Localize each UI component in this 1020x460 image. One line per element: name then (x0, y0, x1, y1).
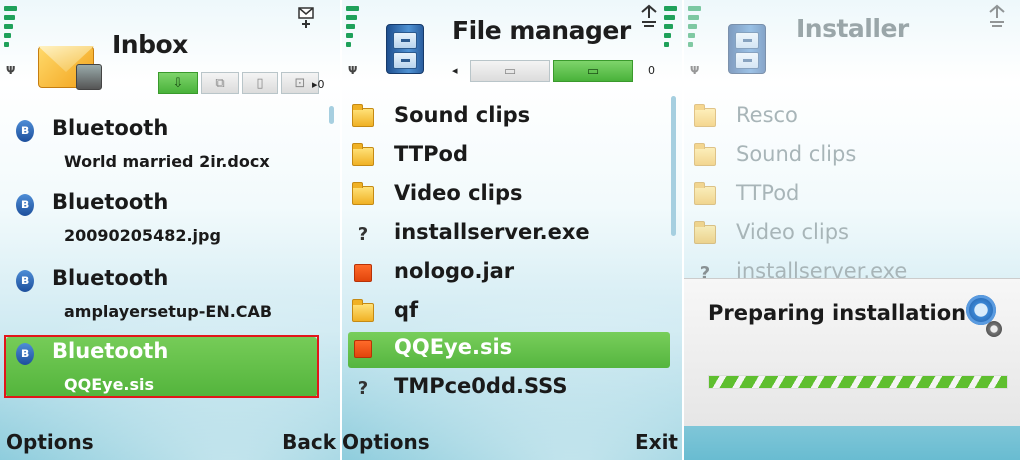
highlight-annotation (4, 335, 319, 398)
item-name: TTPod (394, 142, 468, 166)
memory-tabs: ▭ ▭ (470, 60, 633, 82)
list-item[interactable]: Sound clips (690, 139, 1006, 175)
unknown-file-icon: ? (357, 378, 369, 399)
tab-received[interactable]: ⇩ (158, 72, 198, 94)
list-item[interactable]: ʙ Bluetooth 20090205482.jpg (6, 190, 322, 254)
bluetooth-icon: ʙ (16, 270, 34, 292)
exit-softkey[interactable]: Exit (635, 430, 678, 454)
tab-scroll-right-icon[interactable]: ▸0 (312, 78, 325, 91)
folder-icon (694, 104, 716, 127)
inbox-tabs: ⇩ ⧉ ▯ ⊡ (158, 72, 319, 94)
list-item[interactable]: ? TMPce0dd.SSS (348, 371, 664, 407)
scrollbar[interactable] (329, 106, 334, 124)
list-item[interactable]: Video clips (690, 217, 1006, 253)
file-cabinet-icon (386, 24, 424, 74)
page-title: File manager (452, 16, 631, 45)
scrollbar[interactable] (671, 96, 676, 236)
options-softkey[interactable]: Options (342, 430, 430, 454)
folder-icon (352, 182, 374, 205)
list-item[interactable]: Resco (690, 100, 1006, 136)
list-item[interactable]: qf (348, 295, 664, 331)
item-source: Bluetooth (52, 116, 169, 140)
inbox-screen: Ψ Inbox ⇩ ⧉ ▯ ⊡ ▸0 ʙ Bluetooth World mar… (0, 0, 340, 460)
connectivity-icon (641, 4, 657, 27)
options-softkey[interactable]: Options (6, 430, 94, 454)
unknown-file-icon: ? (357, 224, 369, 245)
item-name: qf (394, 298, 419, 322)
page-title: Inbox (112, 30, 188, 59)
softkey-bar: Options Exit (342, 420, 682, 460)
folder-icon (352, 143, 374, 166)
item-filename: amplayersetup-EN.CAB (64, 302, 273, 321)
dialog-message: Preparing installation (708, 301, 967, 325)
tab-phone-memory[interactable]: ▭ (470, 60, 550, 82)
list-item[interactable]: Video clips (348, 178, 664, 214)
sis-file-icon (354, 340, 372, 358)
tab-drafts[interactable]: ⧉ (201, 72, 239, 94)
item-name: Video clips (736, 220, 849, 244)
tab-memory-card[interactable]: ▭ (553, 60, 633, 82)
folder-icon (694, 143, 716, 166)
softkey-bar: Options Back (0, 420, 340, 460)
progress-dialog: Preparing installation (684, 278, 1020, 426)
list-item[interactable]: TTPod (690, 178, 1006, 214)
java-file-icon (354, 264, 372, 282)
signal-strength-icon: Ψ (4, 6, 18, 77)
back-softkey[interactable]: Back (282, 430, 336, 454)
file-manager-screen: Ψ File manager ◂ ▭ ▭ 0 Sound clips TTPod… (342, 0, 682, 460)
item-source: Bluetooth (52, 266, 169, 290)
battery-icon (664, 6, 678, 76)
list-item[interactable]: nologo.jar (348, 256, 664, 292)
item-source: Bluetooth (52, 190, 169, 214)
item-name: Resco (736, 103, 798, 127)
signal-strength-icon: Ψ (688, 6, 702, 77)
list-item[interactable]: ʙ Bluetooth World married 2ir.docx (6, 116, 322, 180)
list-item[interactable]: TTPod (348, 139, 664, 175)
message-status-icon (298, 7, 314, 28)
folder-icon (694, 182, 716, 205)
item-name: TTPod (736, 181, 800, 205)
list-item[interactable]: ? installserver.exe (348, 217, 664, 253)
progress-bar (708, 375, 1008, 389)
item-name: TMPce0dd.SSS (394, 374, 568, 398)
bluetooth-icon: ʙ (16, 194, 34, 216)
item-filename: World married 2ir.docx (64, 152, 270, 171)
item-filename: 20090205482.jpg (64, 226, 221, 245)
tab-count: 0 (648, 64, 655, 77)
installer-screen: Ψ Installer Resco Sound clips TTPod Vide… (684, 0, 1020, 460)
softkey-bar (684, 426, 1020, 460)
item-name: Sound clips (394, 103, 531, 127)
item-name: nologo.jar (394, 259, 515, 283)
connectivity-icon (989, 4, 1005, 27)
item-name: QQEye.sis (394, 335, 513, 359)
signal-strength-icon: Ψ (346, 6, 360, 77)
item-name: installserver.exe (736, 259, 908, 278)
inbox-envelope-icon (38, 38, 104, 90)
bluetooth-icon: ʙ (16, 120, 34, 142)
list-item[interactable]: Sound clips (348, 100, 664, 136)
item-name: installserver.exe (394, 220, 590, 244)
item-name: Video clips (394, 181, 523, 205)
tab-sent[interactable]: ▯ (242, 72, 278, 94)
folder-icon (694, 221, 716, 244)
list-item[interactable]: ? installserver.exe (690, 256, 1006, 278)
small-gear-icon (986, 321, 1002, 337)
item-name: Sound clips (736, 142, 857, 166)
page-title: Installer (796, 14, 909, 43)
folder-icon (352, 104, 374, 127)
folder-icon (352, 299, 374, 322)
file-cabinet-icon (728, 24, 766, 74)
list-item[interactable]: ʙ Bluetooth amplayersetup-EN.CAB (6, 266, 322, 330)
tab-scroll-left-icon[interactable]: ◂ (452, 64, 458, 77)
list-item-selected[interactable]: QQEye.sis (348, 332, 670, 368)
unknown-file-icon: ? (699, 263, 711, 278)
